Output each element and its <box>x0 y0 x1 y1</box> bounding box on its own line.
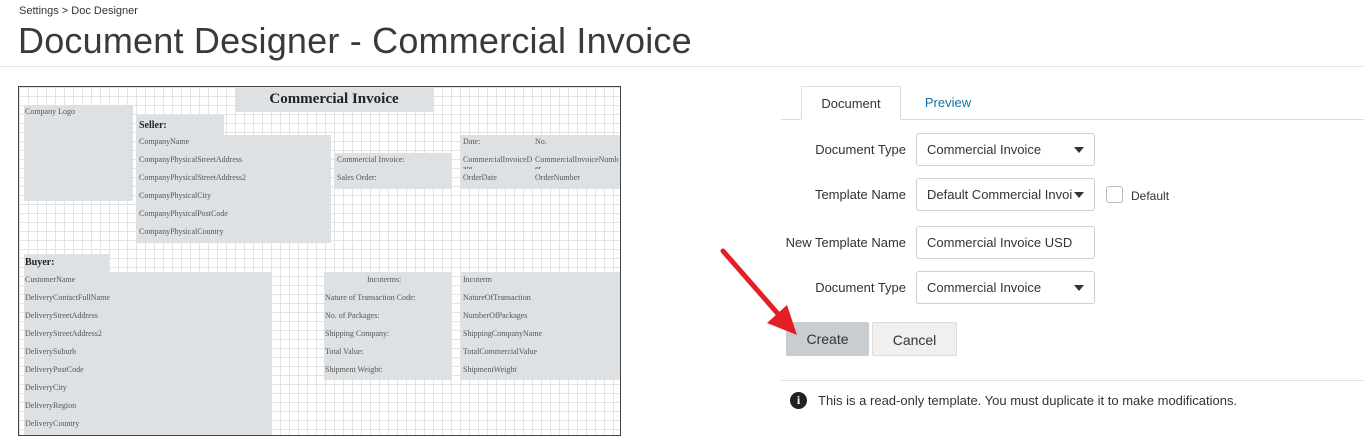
seller-field: CompanyPhysicalCountry <box>139 227 224 236</box>
no-value: OrderNumber <box>535 173 580 182</box>
breadcrumb: Settings > Doc Designer <box>19 5 138 17</box>
tab-bar: Document Preview <box>781 86 1364 120</box>
buyer-field: DeliveryRegion <box>25 401 77 410</box>
chevron-down-icon <box>1074 285 1084 291</box>
seller-header: Seller: <box>139 120 167 131</box>
info-icon: i <box>790 392 807 409</box>
seller-field: CompanyName <box>139 137 190 146</box>
buyer-field: DeliverySuburb <box>25 347 77 356</box>
document-type-select[interactable]: Commercial Invoice <box>916 133 1095 166</box>
company-logo-label: Company Logo <box>25 107 75 116</box>
buyer-field: DeliveryPostCode <box>25 365 84 374</box>
title-divider <box>0 66 1364 67</box>
template-name-label: Template Name <box>814 187 906 202</box>
shipping-label: Shipment Weight: <box>325 365 383 374</box>
designer-canvas[interactable]: Commercial Invoice Company Logo Seller: … <box>18 86 621 436</box>
read-only-notice: This is a read-only template. You must d… <box>818 393 1238 408</box>
document-type-2-value: Commercial Invoice <box>927 280 1042 295</box>
shipping-labels-block[interactable] <box>324 272 451 380</box>
new-template-name-input[interactable]: Commercial Invoice USD <box>916 226 1095 259</box>
incoterms-label: Incoterms: <box>367 275 402 284</box>
shipping-value: NumberOfPackages <box>463 311 528 320</box>
shipping-label: Total Value: <box>325 347 364 356</box>
default-checkbox[interactable] <box>1106 186 1123 203</box>
shipping-values-block[interactable] <box>461 272 620 380</box>
doc-title-field[interactable]: Commercial Invoice <box>235 88 433 112</box>
tab-preview[interactable]: Preview <box>903 86 993 119</box>
seller-field: CompanyPhysicalCity <box>139 191 211 200</box>
date-value: OrderDate <box>463 173 497 182</box>
date-label: Date: <box>463 137 481 146</box>
shipping-value: TotalCommercialValue <box>463 347 538 356</box>
page-title: Document Designer - Commercial Invoice <box>18 20 692 61</box>
default-checkbox-label: Default <box>1131 189 1170 203</box>
red-arrow-shaft <box>720 248 782 318</box>
shipping-label: No. of Packages: <box>325 311 380 320</box>
document-type-label: Document Type <box>815 142 906 157</box>
seller-field: CompanyPhysicalPostCode <box>139 209 228 218</box>
buyer-header: Buyer: <box>25 257 55 268</box>
template-name-value: Default Commercial Invoice <box>927 187 1072 202</box>
no-value: CommercialInvoiceNumber <box>535 155 619 169</box>
shipping-label: Shipping Company: <box>325 329 390 338</box>
document-type-2-select[interactable]: Commercial Invoice <box>916 271 1095 304</box>
buyer-field: DeliveryContactFullName <box>25 293 110 302</box>
no-label: No. <box>535 137 547 146</box>
tab-document[interactable]: Document <box>801 86 901 120</box>
buyer-field: DeliveryStreetAddress <box>25 311 98 320</box>
document-type-value: Commercial Invoice <box>927 142 1042 157</box>
shipping-value: NatureOfTransaction <box>463 293 531 302</box>
buyer-field: CustomerName <box>25 275 76 284</box>
chevron-down-icon <box>1074 147 1084 153</box>
chevron-down-icon <box>1074 192 1084 198</box>
buyer-field: DeliveryStreetAddress2 <box>25 329 102 338</box>
red-arrow-icon <box>720 248 797 335</box>
shipping-value: Incoterm <box>463 275 492 284</box>
buyer-field: DeliveryCity <box>25 383 67 392</box>
notice-divider <box>781 380 1364 381</box>
date-value: CommercialInvoiceDate <box>463 155 533 169</box>
company-logo-block[interactable] <box>24 105 133 201</box>
seller-field: CompanyPhysicalStreetAddress2 <box>139 173 247 182</box>
shipping-value: ShipmentWeight <box>463 365 517 374</box>
template-name-select[interactable]: Default Commercial Invoice <box>916 178 1095 211</box>
cancel-button[interactable]: Cancel <box>872 322 957 356</box>
seller-field: CompanyPhysicalStreetAddress <box>139 155 243 164</box>
invoice-label: Commercial Invoice: <box>337 155 405 164</box>
invoice-label: Sales Order: <box>337 173 377 182</box>
shipping-value: ShippingCompanyName <box>463 329 543 338</box>
buyer-field: DeliveryCountry <box>25 419 80 428</box>
shipping-label: Nature of Transaction Code: <box>325 293 416 302</box>
